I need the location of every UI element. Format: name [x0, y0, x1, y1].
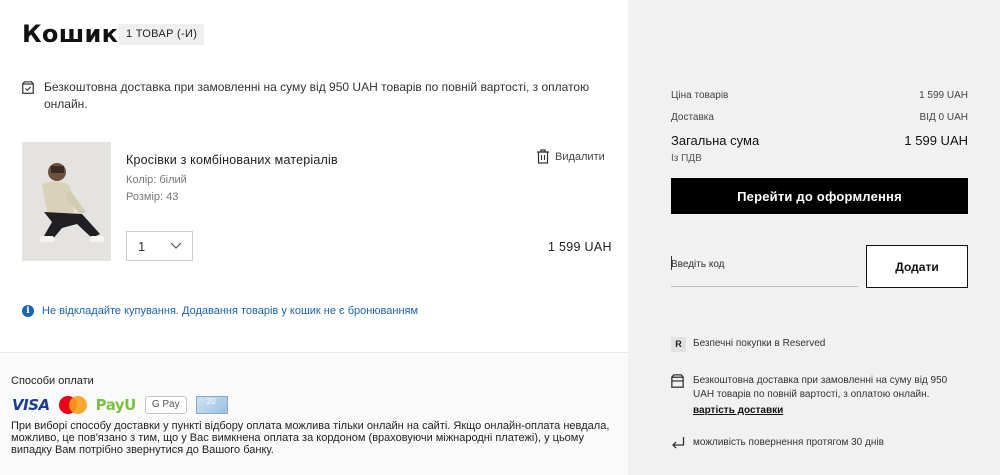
- returns-info: можливість повернення протягом 30 днів: [671, 436, 884, 450]
- checkout-button[interactable]: Перейти до оформлення: [671, 178, 968, 214]
- delivery-row: Доставка ВІД 0 UAH: [671, 112, 968, 123]
- text-cursor: [671, 256, 672, 270]
- order-summary: Ціна товарів 1 599 UAH Доставка ВІД 0 UA…: [628, 0, 1000, 475]
- delivery-info: Безкоштовна доставка при замовленні на с…: [671, 374, 971, 418]
- free-delivery-banner: Безкоштовна доставка при замовленні на с…: [22, 79, 612, 113]
- quantity-value: 1: [138, 239, 146, 254]
- delivery-cost-link[interactable]: вартість доставки: [693, 405, 783, 416]
- secure-shopping-text: Безпечні покупки в Reserved: [693, 338, 826, 349]
- payment-logos: VISA PayU G Pay 20: [12, 396, 228, 414]
- reservation-notice-text: Не відкладайте купування. Додавання това…: [42, 305, 419, 317]
- reserved-r-icon: R: [671, 337, 686, 352]
- payment-methods: Способи оплати VISA PayU G Pay 20 При ви…: [0, 352, 628, 475]
- visa-logo: VISA: [12, 396, 50, 414]
- delivery-value: ВІД 0 UAH: [919, 112, 968, 123]
- vat-note: Із ПДВ: [671, 153, 702, 164]
- product-name[interactable]: Кросівки з комбінованих матеріалів: [126, 153, 338, 167]
- item-count-badge: 1 ТОВАР (-И): [119, 24, 205, 45]
- secure-shopping-info: R Безпечні покупки в Reserved: [671, 337, 826, 352]
- payment-title: Способи оплати: [11, 375, 94, 387]
- page-title: Кошик: [22, 20, 119, 48]
- delete-button[interactable]: Видалити: [536, 149, 605, 164]
- card-logo: 20: [195, 396, 228, 414]
- return-arrow-icon: [672, 437, 685, 449]
- info-icon: i: [22, 305, 34, 317]
- promo-code-input[interactable]: [671, 249, 858, 287]
- delete-label: Видалити: [555, 150, 605, 163]
- free-delivery-text: Безкоштовна доставка при замовленні на с…: [44, 80, 590, 111]
- cart-main: Кошик 1 ТОВАР (-И) Безкоштовна доставка …: [0, 0, 628, 475]
- product-photo-illustration: [22, 142, 111, 261]
- chevron-down-icon: [170, 242, 182, 249]
- items-price-row: Ціна товарів 1 599 UAH: [671, 90, 968, 101]
- trash-icon: [537, 149, 549, 164]
- returns-text: можливість повернення протягом 30 днів: [693, 437, 884, 448]
- mastercard-logo: [58, 396, 87, 414]
- product-size: Розмір: 43: [126, 191, 179, 203]
- delivery-box-icon: [671, 374, 684, 388]
- product-image[interactable]: [22, 142, 111, 261]
- product-color: Колір: білий: [126, 174, 187, 186]
- reservation-notice: i Не відкладайте купування. Додавання то…: [22, 305, 418, 317]
- items-price-label: Ціна товарів: [671, 90, 729, 101]
- quantity-select[interactable]: 1: [126, 231, 193, 261]
- total-label: Загальна сума: [671, 133, 760, 148]
- delivery-info-text: Безкоштовна доставка при замовленні на с…: [693, 375, 948, 400]
- total-value: 1 599 UAH: [904, 133, 968, 148]
- payu-logo: PayU: [95, 396, 137, 414]
- total-row: Загальна сума 1 599 UAH: [671, 133, 968, 148]
- delivery-box-icon: [22, 81, 34, 94]
- apply-promo-button[interactable]: Додати: [866, 245, 968, 288]
- delivery-label: Доставка: [671, 112, 714, 123]
- google-pay-logo: G Pay: [144, 396, 187, 414]
- payment-note: При виборі способу доставки у пункті від…: [11, 420, 610, 456]
- items-price-value: 1 599 UAH: [919, 90, 968, 101]
- product-price: 1 599 UAH: [548, 240, 612, 254]
